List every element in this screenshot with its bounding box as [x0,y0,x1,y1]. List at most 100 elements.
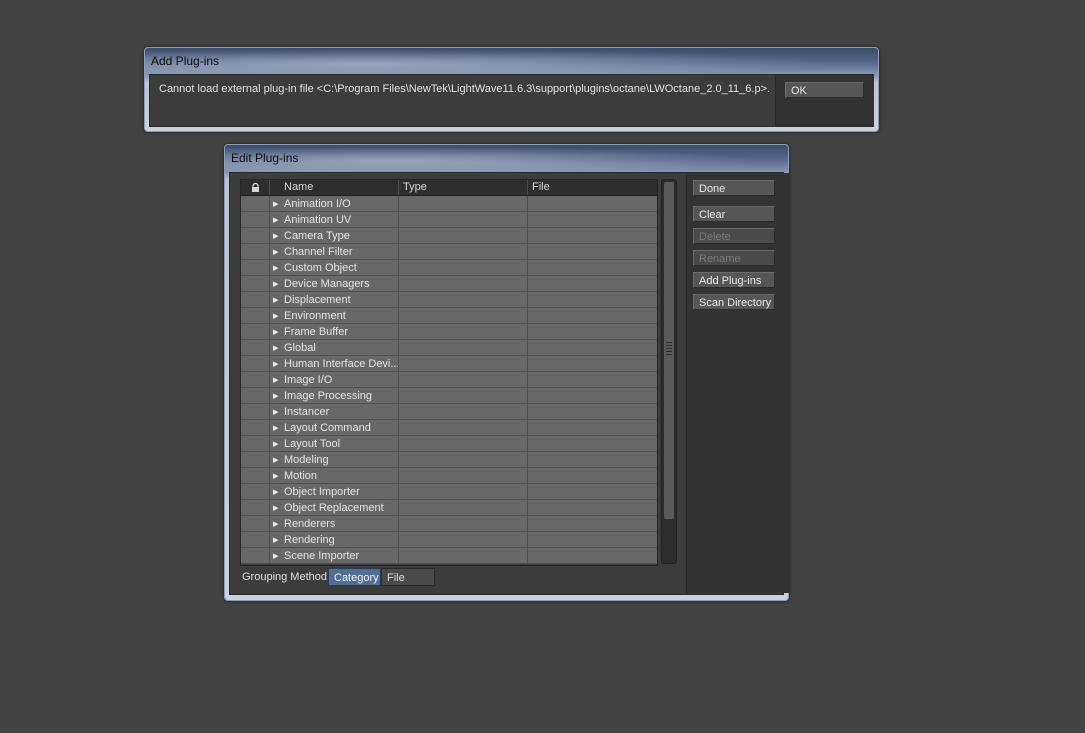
expand-arrow-icon[interactable]: ▶ [273,373,284,387]
expand-arrow-icon[interactable]: ▶ [273,533,284,547]
lock-cell[interactable] [241,436,270,452]
table-row[interactable]: ▶ Image I/O [241,372,657,388]
expand-arrow-icon[interactable]: ▶ [273,277,284,291]
expand-arrow-icon[interactable]: ▶ [273,453,284,467]
lock-cell[interactable] [241,548,270,564]
table-row[interactable]: ▶ Displacement [241,292,657,308]
name-cell[interactable]: ▶ Layout Command [270,420,399,436]
expand-arrow-icon[interactable]: ▶ [273,389,284,403]
plugin-table[interactable]: Name Type File ▶ Animation I/O ▶ Animation … [240,179,658,566]
type-column-header[interactable]: Type [399,180,528,195]
table-row[interactable]: ▶ Animation UV [241,212,657,228]
expand-arrow-icon[interactable]: ▶ [273,357,284,371]
table-row[interactable]: ▶ Instancer [241,404,657,420]
lock-cell[interactable] [241,324,270,340]
name-cell[interactable]: ▶ Image Processing [270,388,399,404]
lock-cell[interactable] [241,372,270,388]
table-row[interactable]: ▶ Scene Importer [241,548,657,564]
name-cell[interactable]: ▶ Displacement [270,292,399,308]
table-row[interactable]: ▶ Custom Object [241,260,657,276]
lock-cell[interactable] [241,228,270,244]
add-plugins-button[interactable]: Add Plug-ins [693,272,775,288]
name-cell[interactable]: ▶ Channel Filter [270,244,399,260]
expand-arrow-icon[interactable]: ▶ [273,213,284,227]
name-cell[interactable]: ▶ Instancer [270,404,399,420]
lock-cell[interactable] [241,356,270,372]
table-row[interactable]: ▶ Motion [241,468,657,484]
file-column-header[interactable]: File [528,180,657,195]
ok-button[interactable]: OK [785,82,864,98]
lock-cell[interactable] [241,420,270,436]
table-row[interactable]: ▶ Animation I/O [241,196,657,212]
name-cell[interactable]: ▶ Global [270,340,399,356]
lock-column-header[interactable] [241,180,270,195]
lock-cell[interactable] [241,276,270,292]
table-row[interactable]: ▶ Rendering [241,532,657,548]
name-cell[interactable]: ▶ Motion [270,468,399,484]
lock-cell[interactable] [241,244,270,260]
expand-arrow-icon[interactable]: ▶ [273,421,284,435]
expand-arrow-icon[interactable]: ▶ [273,485,284,499]
expand-arrow-icon[interactable]: ▶ [273,341,284,355]
lock-cell[interactable] [241,468,270,484]
name-cell[interactable]: ▶ Object Importer [270,484,399,500]
table-row[interactable]: ▶ Image Processing [241,388,657,404]
name-column-header[interactable]: Name [270,180,399,195]
expand-arrow-icon[interactable]: ▶ [273,245,284,259]
expand-arrow-icon[interactable]: ▶ [273,197,284,211]
grouping-file-option[interactable]: File [381,568,435,586]
expand-arrow-icon[interactable]: ▶ [273,469,284,483]
name-cell[interactable]: ▶ Modeling [270,452,399,468]
name-cell[interactable]: ▶ Environment [270,308,399,324]
expand-arrow-icon[interactable]: ▶ [273,405,284,419]
done-button[interactable]: Done [693,180,775,196]
table-row[interactable]: ▶ Camera Type [241,228,657,244]
name-cell[interactable]: ▶ Renderers [270,516,399,532]
expand-arrow-icon[interactable]: ▶ [273,437,284,451]
lock-cell[interactable] [241,452,270,468]
lock-cell[interactable] [241,196,270,212]
lock-cell[interactable] [241,532,270,548]
name-cell[interactable]: ▶ Scene Importer [270,548,399,564]
name-cell[interactable]: ▶ Custom Object [270,260,399,276]
name-cell[interactable]: ▶ Human Interface Devi... [270,356,399,372]
rename-button[interactable]: Rename [693,250,775,266]
grouping-category-option[interactable]: Category [328,568,381,586]
table-row[interactable]: ▶ Object Replacement [241,500,657,516]
expand-arrow-icon[interactable]: ▶ [273,501,284,515]
expand-arrow-icon[interactable]: ▶ [273,261,284,275]
lock-cell[interactable] [241,212,270,228]
expand-arrow-icon[interactable]: ▶ [273,549,284,563]
scrollbar-thumb[interactable] [664,182,674,519]
name-cell[interactable]: ▶ Image I/O [270,372,399,388]
table-row[interactable]: ▶ Device Managers [241,276,657,292]
name-cell[interactable]: ▶ Device Managers [270,276,399,292]
table-row[interactable]: ▶ Frame Buffer [241,324,657,340]
lock-cell[interactable] [241,516,270,532]
table-row[interactable]: ▶ Modeling [241,452,657,468]
table-row[interactable]: ▶ Global [241,340,657,356]
table-row[interactable]: ▶ Environment [241,308,657,324]
name-cell[interactable]: ▶ Object Replacement [270,500,399,516]
clear-button[interactable]: Clear [693,206,775,222]
name-cell[interactable]: ▶ Animation I/O [270,196,399,212]
lock-cell[interactable] [241,404,270,420]
table-row[interactable]: ▶ Channel Filter [241,244,657,260]
name-cell[interactable]: ▶ Animation UV [270,212,399,228]
lock-cell[interactable] [241,260,270,276]
name-cell[interactable]: ▶ Camera Type [270,228,399,244]
expand-arrow-icon[interactable]: ▶ [273,293,284,307]
name-cell[interactable]: ▶ Rendering [270,532,399,548]
lock-cell[interactable] [241,340,270,356]
delete-button[interactable]: Delete [693,228,775,244]
lock-cell[interactable] [241,484,270,500]
table-row[interactable]: ▶ Layout Command [241,420,657,436]
table-row[interactable]: ▶ Object Importer [241,484,657,500]
expand-arrow-icon[interactable]: ▶ [273,517,284,531]
table-row[interactable]: ▶ Layout Tool [241,436,657,452]
scan-directory-button[interactable]: Scan Directory [693,294,775,310]
vertical-scrollbar[interactable] [661,179,677,564]
lock-cell[interactable] [241,292,270,308]
name-cell[interactable]: ▶ Layout Tool [270,436,399,452]
lock-cell[interactable] [241,308,270,324]
